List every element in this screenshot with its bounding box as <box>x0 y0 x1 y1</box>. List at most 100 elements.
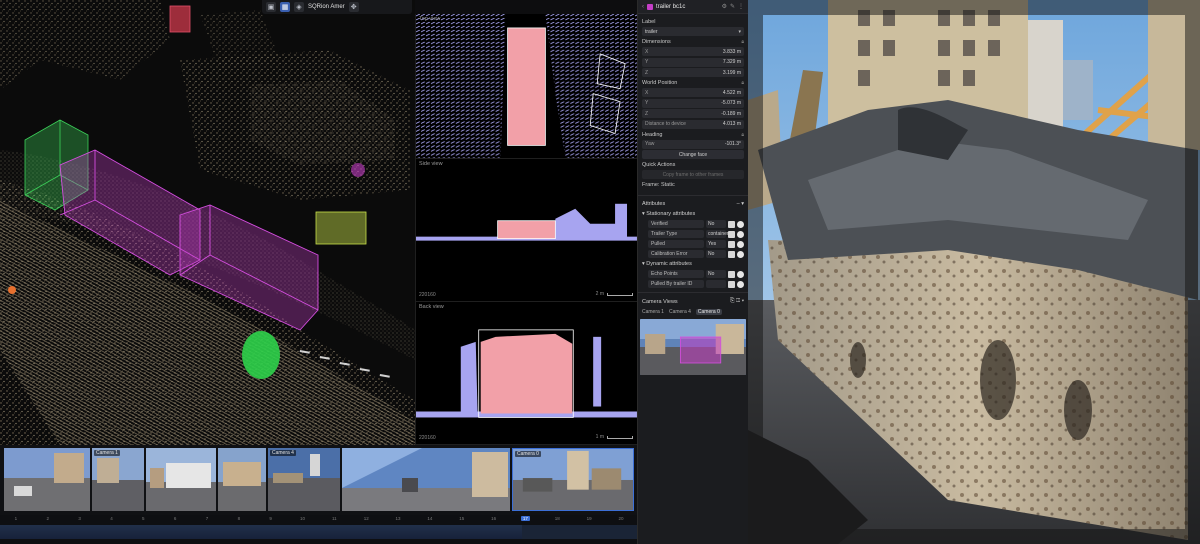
change-face-button[interactable]: Change face <box>642 150 744 159</box>
attr-row-echo-points[interactable]: Echo Points No <box>638 269 748 279</box>
back-view-panel[interactable]: Back view 220160 1 m <box>415 302 637 445</box>
camera-preview[interactable] <box>640 319 746 375</box>
attributes-header[interactable]: Attributes – ▾ <box>638 199 748 209</box>
back-chevron-icon[interactable]: ‹ <box>642 4 644 10</box>
dimension-y-field[interactable]: Y 7.329 m <box>642 57 744 67</box>
timeline-tick[interactable]: 17 <box>510 515 542 523</box>
collapse-icon[interactable]: – ▾ <box>737 201 744 207</box>
camera-cell[interactable] <box>218 448 266 511</box>
yaw-field[interactable]: Yaw -101.3° <box>642 139 744 149</box>
camera-cell[interactable] <box>342 448 510 511</box>
side-view-points <box>416 159 637 301</box>
sphere-marker <box>242 331 280 379</box>
camera-cell[interactable]: Camera 1 <box>92 448 144 511</box>
dimension-x-field[interactable]: X 3.833 m <box>642 47 744 56</box>
viewport-title: SQRion Amer <box>308 4 345 10</box>
back-view-points <box>416 302 637 444</box>
timeline-tick[interactable]: 4 <box>96 515 128 523</box>
camera-tab-1[interactable]: Camera 1 <box>642 309 664 315</box>
timeline-tick[interactable]: 11 <box>318 515 350 523</box>
camera-cell[interactable] <box>146 448 216 511</box>
attr-row-trailer-type[interactable]: Trailer Type container <box>638 229 748 239</box>
camera-cell[interactable]: Camera 4 <box>268 448 340 511</box>
world-z-field[interactable]: Z -0.189 m <box>642 109 744 118</box>
timeline-tick[interactable]: 2 <box>32 515 64 523</box>
top-view-points <box>416 14 637 158</box>
timeline-track[interactable] <box>0 525 637 539</box>
top-view-title: Top view <box>419 16 441 22</box>
top-view-panel[interactable]: Top view <box>415 14 637 159</box>
timeline-tick[interactable]: 6 <box>159 515 191 523</box>
timeline-tick[interactable]: 10 <box>287 515 319 523</box>
camera-cell[interactable] <box>4 448 90 511</box>
attributes-title: Attributes <box>642 201 666 207</box>
attr-row-verified[interactable]: Verified No <box>638 219 748 229</box>
timeline-tick[interactable]: 12 <box>350 515 382 523</box>
lock-icon[interactable] <box>728 280 735 288</box>
camera-cell-active[interactable]: Camera 0 <box>512 448 634 511</box>
lock-icon[interactable] <box>728 240 735 248</box>
world-y-field[interactable]: Y -5.073 m <box>642 98 744 108</box>
distance-field: Distance to device 4.013 m <box>642 119 744 129</box>
lock-icon: 🔒︎ <box>741 39 744 45</box>
attr-row-calibration-error[interactable]: Calibration Error No <box>638 249 748 259</box>
timeline-tick[interactable]: 18 <box>541 515 573 523</box>
attr-row-pulled-by[interactable]: Pulled By trailer ID <box>638 279 748 289</box>
viewport-toolbar: ▣ ▦ ◈ SQRion Amer ✥ <box>262 0 412 14</box>
layers-icon[interactable]: ◈ <box>294 2 304 12</box>
stationary-attributes-title[interactable]: ▾ Stationary attributes <box>638 209 748 219</box>
lock-icon[interactable] <box>728 270 735 278</box>
camera-views-header[interactable]: Camera Views ⎘ ◫ ▾ <box>638 296 748 307</box>
timeline-tick[interactable]: 19 <box>573 515 605 523</box>
timeline-tick[interactable]: 3 <box>64 515 96 523</box>
timeline-tick[interactable]: 15 <box>446 515 478 523</box>
side-view-scale: 2 m <box>596 291 633 297</box>
dynamic-attributes-title[interactable]: ▾ Dynamic attributes <box>638 259 748 269</box>
lock-icon[interactable] <box>728 250 735 258</box>
move-icon[interactable]: ✥ <box>348 2 359 12</box>
ortho-toolbar-strip <box>415 0 637 14</box>
info-icon[interactable] <box>737 230 744 238</box>
info-icon[interactable] <box>737 250 744 258</box>
timeline-tick[interactable]: 16 <box>478 515 510 523</box>
lock-icon: 🔒︎ <box>741 131 744 138</box>
info-icon[interactable] <box>737 270 744 278</box>
timeline-tick[interactable]: 14 <box>414 515 446 523</box>
world-x-field[interactable]: X 4.522 m <box>642 88 744 97</box>
lock-icon[interactable] <box>728 220 735 228</box>
info-icon[interactable] <box>737 240 744 248</box>
attr-row-pulled[interactable]: Pulled Yes <box>638 239 748 249</box>
3d-viewport[interactable]: ▣ ▦ ◈ SQRion Amer ✥ <box>0 0 415 445</box>
camera-tab-0[interactable]: Camera 0 <box>695 309 722 315</box>
info-icon[interactable] <box>737 220 744 228</box>
timeline[interactable]: 1 2 3 4 5 6 7 8 9 10 11 12 13 14 15 16 17 18 19 20 <box>0 515 637 544</box>
timeline-tick[interactable]: 1 <box>0 515 32 523</box>
camera-strip: Camera 1 Camera 4 Camera 0 <box>0 445 637 515</box>
timeline-ruler[interactable]: 1 2 3 4 5 6 7 8 9 10 11 12 13 14 15 16 17 18 19 20 <box>0 515 637 523</box>
copy-frame-button[interactable]: Copy frame to other frames <box>642 170 744 179</box>
edit-icon[interactable]: ✎ <box>730 3 735 10</box>
lock-icon[interactable] <box>728 230 735 238</box>
properties-panel: ‹ trailer bc1c ⚙ ✎ ⋮ Label trailer ▾ Dim… <box>637 0 748 544</box>
side-view-panel[interactable]: Side view 220160 2 m <box>415 159 637 302</box>
dimensions-section-title: Dimensions 🔒︎ <box>642 39 744 45</box>
timeline-tick[interactable]: 5 <box>127 515 159 523</box>
camera-icon[interactable]: ▣ <box>266 2 276 12</box>
timeline-tick[interactable]: 20 <box>605 515 637 523</box>
label-section-title: Label <box>642 19 656 25</box>
point-cloud <box>0 0 415 445</box>
settings-icon[interactable]: ⚙ <box>722 3 727 10</box>
label-select[interactable]: trailer ▾ <box>642 27 744 36</box>
label-select-value: trailer <box>645 28 658 35</box>
timeline-tick[interactable]: 13 <box>382 515 414 523</box>
grid-icon[interactable]: ▦ <box>280 2 290 12</box>
info-icon[interactable] <box>737 280 744 288</box>
more-icon[interactable]: ⋮ <box>738 3 744 10</box>
timeline-tick[interactable]: 7 <box>191 515 223 523</box>
timeline-tick[interactable]: 9 <box>255 515 287 523</box>
dimension-z-field[interactable]: Z 3.199 m <box>642 68 744 77</box>
timeline-tick[interactable]: 8 <box>223 515 255 523</box>
chevron-down-icon: ▾ <box>738 28 741 35</box>
camera-views-icons[interactable]: ⎘ ◫ ▾ <box>730 298 744 305</box>
camera-tab-4[interactable]: Camera 4 <box>669 309 691 315</box>
